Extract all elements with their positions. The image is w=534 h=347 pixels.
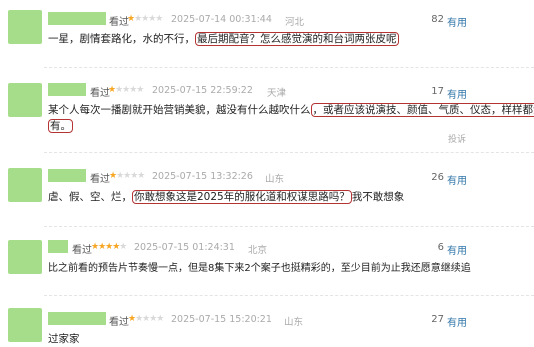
reviews-list: 看过 ★★★★★ 2025-07-14 00:31:44 河北 82 有用 一星… <box>0 0 534 347</box>
divider <box>44 226 534 227</box>
username[interactable] <box>48 83 86 96</box>
review-item: 看过 ★★★★★ 2025-07-15 13:32:26 山东 26 有用 虐、… <box>0 160 534 226</box>
review-time: 2025-07-15 22:59:22 <box>152 85 253 96</box>
watch-status-label: 看过 <box>109 317 129 328</box>
highlighted-text: 有。 <box>48 119 73 133</box>
review-text-plain: 虐、假、空、烂， <box>48 191 132 203</box>
useful-button[interactable]: 有用 <box>447 86 467 101</box>
useful-count: 17 <box>431 86 444 97</box>
rating-stars: ★★★★★ <box>127 14 163 24</box>
review-text-plain: 某个人每次一播剧就开始营销美貌，越没有什么越吹什么 <box>48 104 311 116</box>
rating-stars: ★★★★★ <box>109 171 145 181</box>
divider <box>44 67 534 68</box>
highlighted-text: 你敢想象这是2025年的服化道和权谋思路吗？ <box>132 190 352 204</box>
watch-status-label: 看过 <box>90 174 110 185</box>
review-text: 过家家 <box>48 331 80 346</box>
highlighted-text: 最后期配音？怎么感觉演的和台词两张皮呢 <box>195 32 399 46</box>
rating-stars: ★★★★★ <box>91 242 127 252</box>
useful-count: 6 <box>437 242 444 253</box>
review-text: 一星，剧情套路化，水的不行， 最后期配音？怎么感觉演的和台词两张皮呢 <box>48 31 399 46</box>
avatar[interactable] <box>8 308 42 342</box>
review-text: 比之前看的预告片节奏慢一点，但是8集下来2个案子也挺精彩的，至少目前为止我还愿意… <box>48 259 471 274</box>
review-text-plain: 我不敢想象 <box>351 191 405 203</box>
watch-status-label: 看过 <box>90 88 110 99</box>
watch-status-label: 看过 <box>72 245 92 256</box>
review-item: 看过 ★★★★★ 2025-07-14 00:31:44 河北 82 有用 一星… <box>0 0 534 66</box>
review-item: 看过 ★★★★★ 2025-07-15 15:20:21 山东 27 有用 过家… <box>0 302 534 347</box>
review-text-line2: 有。 <box>48 118 73 133</box>
review-item: 看过 ★★★★★ 2025-07-15 01:24:31 北京 6 有用 比之前… <box>0 234 534 294</box>
review-text: 某个人每次一播剧就开始营销美貌，越没有什么越吹什么 ，或者应该说演技、颜值、气质、… <box>48 102 534 117</box>
review-text-plain: 过家家 <box>48 333 80 345</box>
username[interactable] <box>48 240 68 253</box>
review-time: 2025-07-15 15:20:21 <box>171 314 272 325</box>
review-text-plain: 一星，剧情套路化，水的不行， <box>48 33 195 45</box>
useful-button[interactable]: 有用 <box>447 14 467 29</box>
username[interactable] <box>48 312 106 325</box>
review-time: 2025-07-15 01:24:31 <box>134 242 235 253</box>
review-item: 看过 ★★★★★ 2025-07-15 22:59:22 天津 17 有用 某个… <box>0 80 534 150</box>
useful-button[interactable]: 有用 <box>447 314 467 329</box>
review-text: 虐、假、空、烂， 你敢想象这是2025年的服化道和权谋思路吗？ 我不敢想象 <box>48 189 404 204</box>
report-link[interactable]: 投诉 <box>448 132 466 145</box>
useful-count: 26 <box>431 172 444 183</box>
divider <box>44 152 534 153</box>
avatar[interactable] <box>8 10 42 44</box>
review-text-plain: 比之前看的预告片节奏慢一点，但是8集下来2个案子也挺精彩的，至少目前为止我还愿意… <box>48 263 471 274</box>
username[interactable] <box>48 169 86 182</box>
review-time: 2025-07-14 00:31:44 <box>171 14 272 25</box>
rating-stars: ★★★★★ <box>108 85 144 95</box>
useful-count: 82 <box>431 14 444 25</box>
useful-count: 27 <box>431 314 444 325</box>
review-location: 河北 <box>285 17 305 28</box>
review-location: 山东 <box>265 174 285 185</box>
divider <box>44 295 534 296</box>
review-location: 山东 <box>284 317 304 328</box>
avatar[interactable] <box>8 83 42 117</box>
review-location: 天津 <box>267 88 287 99</box>
rating-stars: ★★★★★ <box>128 314 164 324</box>
watch-status-label: 看过 <box>109 17 129 28</box>
review-time: 2025-07-15 13:32:26 <box>152 171 253 182</box>
review-location: 北京 <box>248 245 268 256</box>
useful-button[interactable]: 有用 <box>447 242 467 257</box>
avatar[interactable] <box>8 168 42 202</box>
avatar[interactable] <box>8 240 42 274</box>
useful-button[interactable]: 有用 <box>447 172 467 187</box>
highlighted-text: ，或者应该说演技、颜值、气质、仪态，样样都没 <box>310 103 534 117</box>
username[interactable] <box>48 12 106 25</box>
